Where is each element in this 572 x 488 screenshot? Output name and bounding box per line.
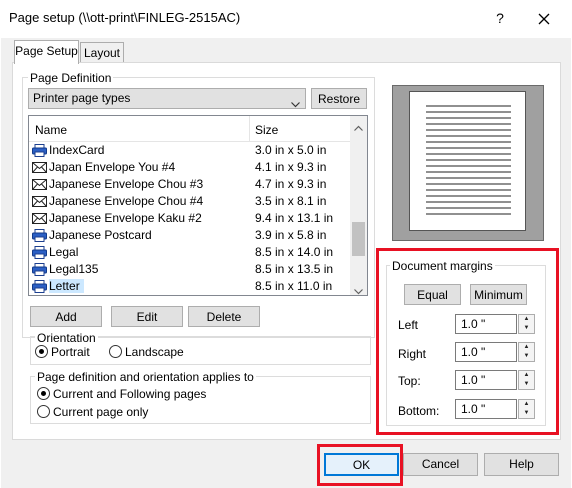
list-item-name: Japan Envelope You #4 [49,160,176,174]
printer-icon [32,280,47,293]
list-item-name: Legal [49,245,79,259]
list-item[interactable]: Japan Envelope You #4 4.1 in x 9.3 in [29,159,349,176]
current-page-only-radio[interactable] [37,405,50,418]
printer-icon [32,246,47,259]
envelope-icon [32,195,47,208]
close-icon[interactable] [533,8,555,30]
landscape-label: Landscape [125,345,184,359]
portrait-radio[interactable] [35,345,48,358]
envelope-icon [32,212,47,225]
page-type-list[interactable]: Name Size IndexCard 3.0 in x 5.0 in Japan … [28,115,368,296]
cancel-button[interactable]: Cancel [403,453,478,476]
list-item-size: 8.5 in x 13.5 in [255,262,334,276]
context-help-button[interactable]: ? [493,10,507,26]
preview-page [409,91,526,231]
list-item-size: 3.5 in x 8.1 in [255,194,327,208]
tab-page-setup[interactable]: Page Setup [14,40,79,64]
list-item-name: Japanese Postcard [49,228,152,242]
page-definition-legend: Page Definition [28,71,114,85]
window-title: Page setup (\\ott-print\FINLEG-2515AC) [9,10,241,25]
list-item-name: Legal135 [49,262,99,276]
list-header: Name Size [29,116,350,142]
list-item[interactable]: Japanese Envelope Kaku #2 9.4 in x 13.1 i… [29,210,349,227]
list-item-name: IndexCard [49,143,105,157]
tab-layout[interactable]: Layout [80,42,124,64]
printer-icon [32,144,47,157]
current-page-only-label: Current page only [53,405,149,419]
list-item[interactable]: Japanese Envelope Chou #3 4.7 in x 9.3 in [29,176,349,193]
list-item-name: Japanese Envelope Chou #3 [49,177,204,191]
envelope-icon [32,161,47,174]
current-and-following-label: Current and Following pages [53,387,207,401]
list-item-size: 3.9 in x 5.8 in [255,228,327,242]
list-item[interactable]: Japanese Postcard 3.9 in x 5.8 in [29,227,349,244]
scroll-down-icon[interactable] [354,284,363,295]
column-header-size[interactable]: Size [255,123,278,137]
page-type-select[interactable]: Printer page types [28,88,306,109]
envelope-icon [32,178,47,191]
printer-icon [32,263,47,276]
list-item[interactable]: Legal135 8.5 in x 13.5 in [29,261,349,278]
page-preview [392,85,544,241]
column-header-name[interactable]: Name [35,123,67,137]
portrait-label: Portrait [51,345,90,359]
list-item[interactable]: Letter 8.5 in x 11.0 in [29,278,349,295]
ok-highlight-box [317,444,403,486]
delete-button[interactable]: Delete [188,306,260,327]
list-item[interactable]: Japanese Envelope Chou #4 3.5 in x 8.1 in [29,193,349,210]
edit-button[interactable]: Edit [111,306,183,327]
landscape-radio[interactable] [109,345,122,358]
margins-highlight-box [376,248,559,435]
orientation-legend: Orientation [35,331,98,345]
list-item-size: 4.7 in x 9.3 in [255,177,327,191]
list-item-size: 8.5 in x 14.0 in [255,245,334,259]
page-type-value: Printer page types [33,91,131,105]
applies-to-legend: Page definition and orientation applies … [35,370,256,384]
list-item-name: Letter [49,279,84,293]
column-divider [249,116,250,142]
current-and-following-radio[interactable] [37,387,50,400]
list-item[interactable]: IndexCard 3.0 in x 5.0 in [29,142,349,159]
vertical-scrollbar[interactable] [350,116,367,295]
add-button[interactable]: Add [30,306,102,327]
printer-icon [32,229,47,242]
list-item-size: 8.5 in x 11.0 in [255,279,333,293]
title-bar: Page setup (\\ott-print\FINLEG-2515AC) ? [0,0,572,38]
list-item[interactable]: Legal 8.5 in x 14.0 in [29,244,349,261]
scrollbar-thumb[interactable] [352,222,365,256]
restore-button[interactable]: Restore [311,88,367,109]
preview-text-lines [426,105,511,215]
list-item-size: 9.4 in x 13.1 in [255,211,334,225]
list-item-size: 3.0 in x 5.0 in [255,143,327,157]
list-item-name: Japanese Envelope Chou #4 [49,194,204,208]
list-item-name: Japanese Envelope Kaku #2 [49,211,202,225]
scroll-up-icon[interactable] [354,120,363,134]
chevron-down-icon [291,95,300,114]
list-item-size: 4.1 in x 9.3 in [255,160,327,174]
list-rows: IndexCard 3.0 in x 5.0 in Japan Envelope Y… [29,142,350,295]
help-button[interactable]: Help [484,453,559,476]
